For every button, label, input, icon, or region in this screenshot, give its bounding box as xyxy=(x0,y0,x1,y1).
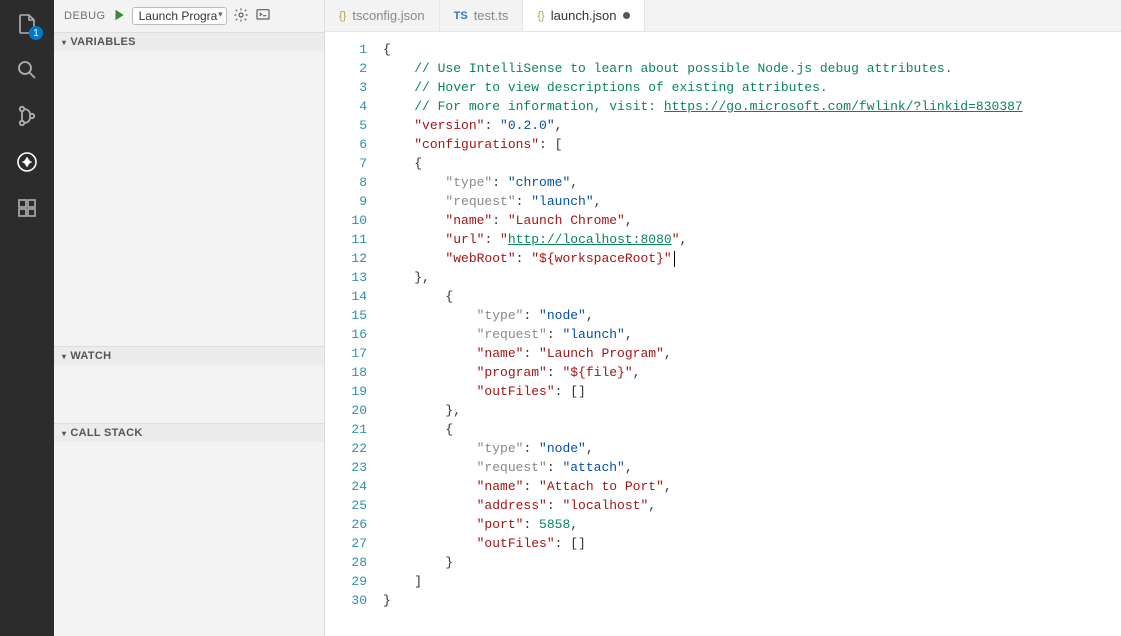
code-line[interactable]: "program": "${file}", xyxy=(383,363,1121,382)
tab-label: launch.json xyxy=(551,8,617,23)
section-variables-header[interactable]: ▾ VARIABLES xyxy=(54,33,324,51)
start-debug-button[interactable] xyxy=(112,8,126,25)
code-line[interactable]: "request": "launch", xyxy=(383,325,1121,344)
code-line[interactable]: "request": "attach", xyxy=(383,458,1121,477)
explorer-icon[interactable]: 1 xyxy=(13,10,41,38)
code-line[interactable]: } xyxy=(383,591,1121,610)
code-line[interactable]: "request": "launch", xyxy=(383,192,1121,211)
code-line[interactable]: { xyxy=(383,40,1121,59)
chevron-down-icon: ▾ xyxy=(62,429,66,438)
section-callstack: ▾ CALL STACK xyxy=(54,423,324,602)
code-line[interactable]: "outFiles": [] xyxy=(383,534,1121,553)
file-icon: {} xyxy=(537,10,544,22)
gear-icon[interactable] xyxy=(233,7,249,26)
code-line[interactable]: { xyxy=(383,287,1121,306)
code-line[interactable]: "name": "Launch Chrome", xyxy=(383,211,1121,230)
code-line[interactable]: // Use IntelliSense to learn about possi… xyxy=(383,59,1121,78)
code-line[interactable]: { xyxy=(383,420,1121,439)
chevron-down-icon: ▾ xyxy=(62,38,66,47)
tab-label: test.ts xyxy=(474,8,509,23)
code-line[interactable]: "version": "0.2.0", xyxy=(383,116,1121,135)
code-line[interactable]: "port": 5858, xyxy=(383,515,1121,534)
section-callstack-body xyxy=(54,442,324,602)
console-icon[interactable] xyxy=(255,7,271,26)
editor[interactable]: 1234567891011121314151617181920212223242… xyxy=(325,32,1121,636)
code-line[interactable]: "name": "Attach to Port", xyxy=(383,477,1121,496)
file-icon: TS xyxy=(454,10,468,22)
scm-icon[interactable] xyxy=(13,102,41,130)
code-line[interactable]: "webRoot": "${workspaceRoot}" xyxy=(383,249,1121,268)
editor-group: {} tsconfig.json TS test.ts {} launch.json 12… xyxy=(325,0,1121,636)
code-line[interactable]: ] xyxy=(383,572,1121,591)
text-cursor xyxy=(674,251,675,267)
code-area[interactable]: { // Use IntelliSense to learn about pos… xyxy=(383,32,1121,636)
debug-icon[interactable] xyxy=(13,148,41,176)
tab-launch-json[interactable]: {} launch.json xyxy=(523,0,644,31)
extensions-icon[interactable] xyxy=(13,194,41,222)
section-variables-label: VARIABLES xyxy=(70,36,135,48)
line-numbers: 1234567891011121314151617181920212223242… xyxy=(325,32,383,636)
tab-bar: {} tsconfig.json TS test.ts {} launch.json xyxy=(325,0,1121,32)
chevron-down-icon: ▾ xyxy=(62,352,66,361)
tab-label: tsconfig.json xyxy=(352,8,424,23)
debug-header: DEBUG Launch Progra xyxy=(54,0,324,32)
section-watch: ▾ WATCH xyxy=(54,346,324,423)
dirty-indicator-icon xyxy=(623,12,630,19)
section-variables-body xyxy=(54,51,324,346)
code-line[interactable]: "name": "Launch Program", xyxy=(383,344,1121,363)
code-line[interactable]: "type": "node", xyxy=(383,439,1121,458)
tab-test-ts[interactable]: TS test.ts xyxy=(440,0,524,31)
section-callstack-header[interactable]: ▾ CALL STACK xyxy=(54,424,324,442)
code-line[interactable]: "url": "http://localhost:8080", xyxy=(383,230,1121,249)
section-watch-body xyxy=(54,365,324,423)
code-line[interactable]: // For more information, visit: https://… xyxy=(383,97,1121,116)
code-line[interactable]: "configurations": [ xyxy=(383,135,1121,154)
code-line[interactable]: }, xyxy=(383,401,1121,420)
code-line[interactable]: "address": "localhost", xyxy=(383,496,1121,515)
section-callstack-label: CALL STACK xyxy=(70,427,142,439)
section-watch-header[interactable]: ▾ WATCH xyxy=(54,347,324,365)
file-icon: {} xyxy=(339,10,346,22)
code-line[interactable]: "type": "node", xyxy=(383,306,1121,325)
code-line[interactable]: "outFiles": [] xyxy=(383,382,1121,401)
code-line[interactable]: "type": "chrome", xyxy=(383,173,1121,192)
debug-sidebar: DEBUG Launch Progra ▾ VARIABLES ▾ WATCH … xyxy=(54,0,325,636)
section-watch-label: WATCH xyxy=(70,350,111,362)
activity-bar: 1 xyxy=(0,0,54,636)
tab-tsconfig-json[interactable]: {} tsconfig.json xyxy=(325,0,440,31)
code-line[interactable]: } xyxy=(383,553,1121,572)
search-icon[interactable] xyxy=(13,56,41,84)
code-line[interactable]: { xyxy=(383,154,1121,173)
section-variables: ▾ VARIABLES xyxy=(54,32,324,346)
debug-config-select[interactable]: Launch Progra xyxy=(132,7,227,25)
explorer-badge: 1 xyxy=(29,26,43,40)
debug-title: DEBUG xyxy=(64,10,106,22)
code-line[interactable]: // Hover to view descriptions of existin… xyxy=(383,78,1121,97)
code-line[interactable]: }, xyxy=(383,268,1121,287)
